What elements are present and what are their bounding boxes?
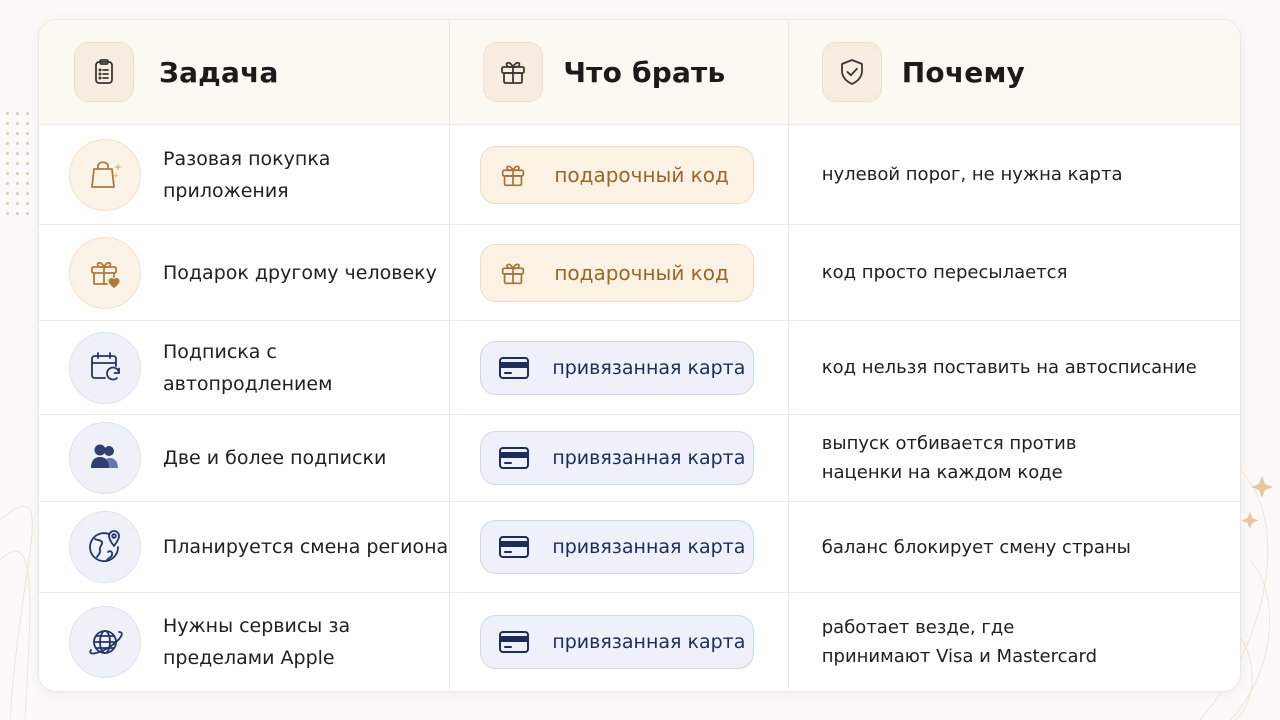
table-header: Задача Что брать Почему — [39, 20, 1240, 125]
why-label: выпуск отбивается против наценки на кажд… — [821, 433, 1077, 483]
linked-card-badge: привязанная карта — [480, 615, 755, 669]
task-label: Планируется смена региона — [163, 536, 449, 558]
linked-card-badge: привязанная карта — [480, 431, 755, 485]
task-cell: Две и более подписки — [39, 415, 451, 501]
task-label: Две и более подписки — [163, 447, 387, 469]
pick-label: привязанная карта — [552, 631, 746, 653]
credit-card-icon — [499, 356, 530, 379]
why-label: нулевой порог, не нужна карта — [821, 164, 1123, 185]
task-cell: Планируется смена региона — [39, 502, 451, 592]
why-cell: выпуск отбивается против наценки на кажд… — [789, 415, 1240, 501]
pick-cell: привязанная карта — [450, 502, 789, 592]
pick-label: привязанная карта — [552, 356, 746, 379]
gift-icon — [502, 263, 525, 284]
users-icon — [69, 422, 141, 494]
header-task-title: Задача — [159, 55, 279, 89]
task-cell: Подарок другому человеку — [39, 225, 451, 320]
why-label: код просто пересылается — [821, 262, 1068, 283]
credit-card-icon — [499, 631, 530, 653]
pick-label: привязанная карта — [552, 536, 746, 558]
task-cell: Подписка с автопродлением — [39, 321, 451, 414]
gift-code-badge: подарочный код — [480, 243, 755, 302]
gift-heart-icon — [69, 236, 141, 309]
shopping-bag-icon — [69, 138, 141, 211]
clipboard-icon — [74, 42, 134, 102]
pick-cell: привязанная карта — [450, 415, 789, 501]
header-what-title: Что брать — [563, 55, 726, 89]
table-row: Планируется смена региона привязанная ка… — [39, 502, 1240, 593]
globe-orbit-icon — [69, 606, 141, 678]
calendar-refresh-icon — [69, 331, 141, 404]
header-task: Задача — [39, 20, 451, 124]
why-cell: баланс блокирует смену страны — [789, 502, 1240, 592]
comparison-table: Задача Что брать Почему Разовая покупка … — [38, 19, 1241, 692]
pick-cell: подарочный код — [450, 125, 789, 224]
gift-icon — [502, 165, 525, 186]
header-why-title: Почему — [901, 55, 1025, 89]
shield-check-icon — [821, 42, 882, 102]
why-cell: работает везде, где принимают Visa и Mas… — [789, 593, 1240, 691]
why-cell: код просто пересылается — [789, 225, 1240, 320]
task-cell: Нужны сервисы за пределами Apple — [39, 593, 451, 691]
header-why: Почему — [789, 20, 1240, 124]
decorative-dots — [6, 112, 36, 222]
why-label: работает везде, где принимают Visa и Mas… — [821, 617, 1098, 667]
linked-card-badge: привязанная карта — [480, 520, 755, 574]
credit-card-icon — [499, 447, 530, 469]
gift-icon — [483, 42, 544, 102]
pick-label: подарочный код — [554, 162, 729, 187]
table-row: Подписка с автопродлением привязанная ка… — [39, 321, 1240, 415]
pick-cell: привязанная карта — [450, 321, 789, 414]
why-cell: нулевой порог, не нужна карта — [789, 125, 1240, 224]
gift-code-badge: подарочный код — [480, 145, 755, 204]
task-cell: Разовая покупка приложения — [39, 125, 451, 224]
pick-label: привязанная карта — [552, 447, 746, 469]
globe-pin-icon — [69, 511, 141, 583]
why-label: баланс блокирует смену страны — [821, 536, 1131, 558]
table-row: Две и более подписки привязанная карта в… — [39, 415, 1240, 502]
table-row: Разовая покупка приложения подарочный ко… — [39, 125, 1240, 225]
table-row: Нужны сервисы за пределами Apple привяза… — [39, 593, 1240, 691]
task-label: Нужны сервисы за пределами Apple — [163, 615, 351, 669]
table-row: Подарок другому человеку подарочный код … — [39, 225, 1240, 321]
pick-cell: привязанная карта — [450, 593, 789, 691]
linked-card-badge: привязанная карта — [480, 340, 755, 395]
task-label: Подписка с автопродлением — [163, 340, 333, 395]
pick-label: подарочный код — [554, 260, 729, 285]
credit-card-icon — [499, 536, 530, 558]
task-label: Разовая покупка приложения — [163, 147, 331, 202]
why-label: код нельзя поставить на автосписание — [821, 357, 1197, 378]
why-cell: код нельзя поставить на автосписание — [789, 321, 1240, 414]
task-label: Подарок другому человеку — [163, 261, 437, 284]
pick-cell: подарочный код — [450, 225, 789, 320]
header-what: Что брать — [450, 20, 789, 124]
